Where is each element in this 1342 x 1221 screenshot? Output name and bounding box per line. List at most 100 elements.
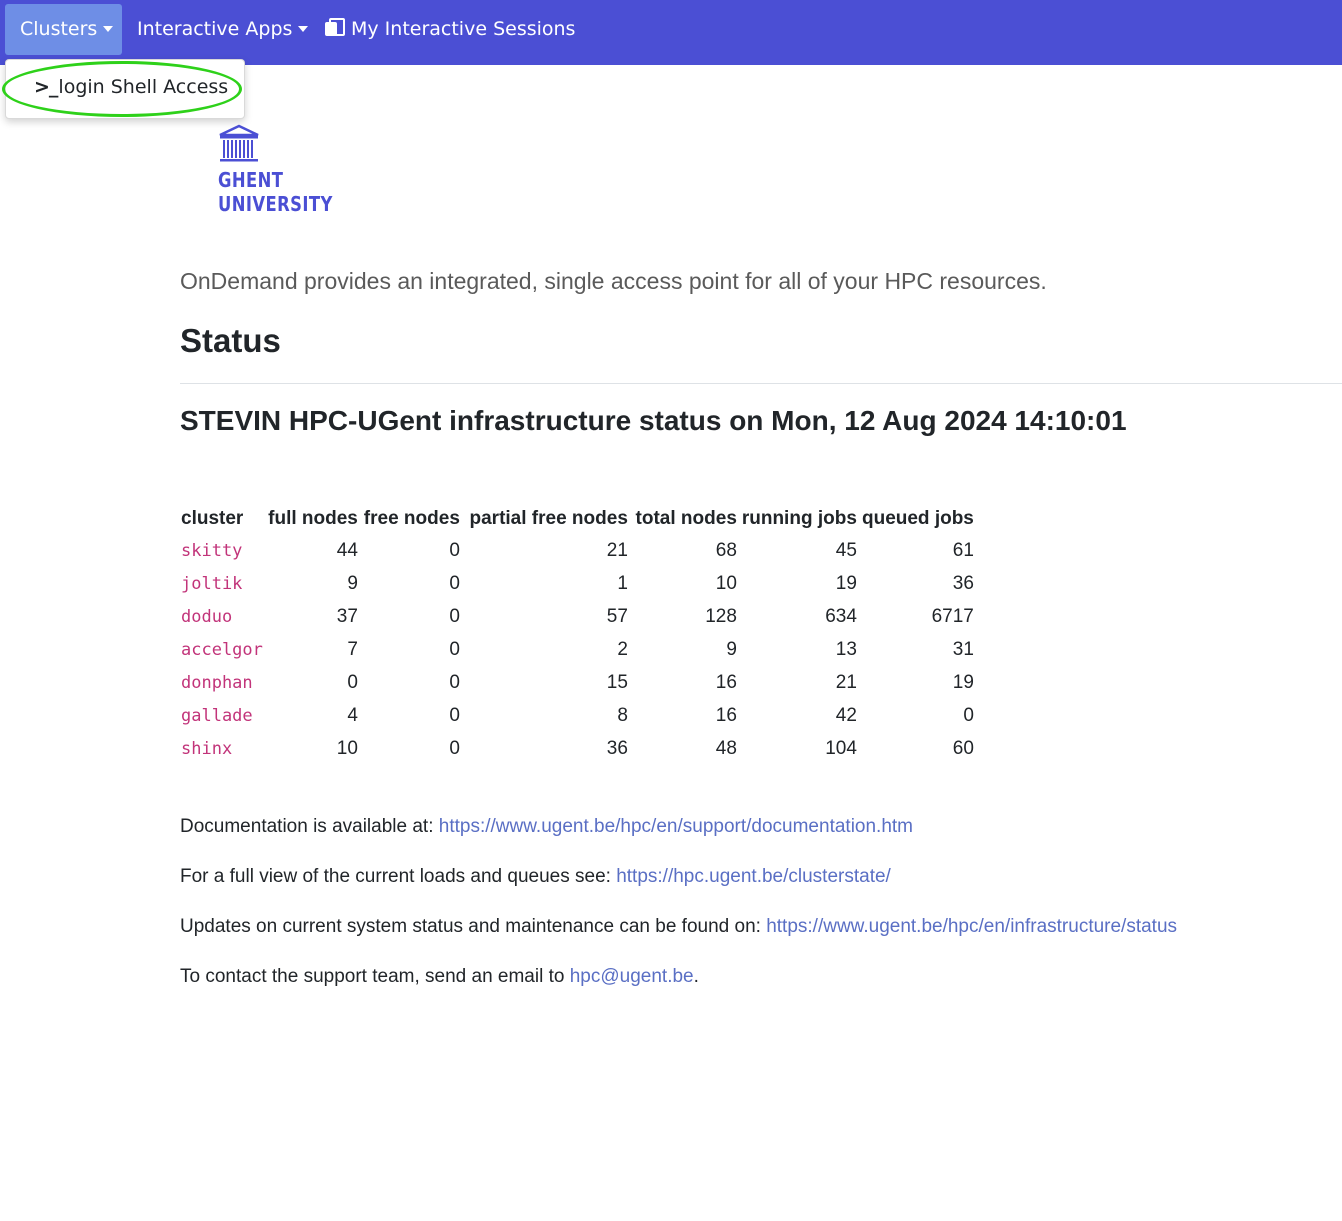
cell-full-nodes: 37 xyxy=(336,605,358,627)
cell-free-nodes: 0 xyxy=(449,605,460,627)
cell-running-jobs: 45 xyxy=(835,539,857,561)
cell-queued-jobs: 0 xyxy=(963,704,974,726)
cell-queued-jobs: 31 xyxy=(952,638,974,660)
table-row: donphan 0 0 15 16 21 19 xyxy=(180,666,975,699)
cell-running-jobs: 104 xyxy=(825,737,857,759)
contact-text: To contact the support team, send an ema… xyxy=(180,966,570,987)
cell-free-nodes: 0 xyxy=(449,704,460,726)
header-cluster: cluster xyxy=(181,507,244,529)
cell-partial-free-nodes: 36 xyxy=(606,737,628,759)
login-shell-access-label: login Shell Access xyxy=(58,76,229,98)
clusterstate-link[interactable]: https://hpc.ugent.be/clusterstate/ xyxy=(616,866,891,887)
divider xyxy=(180,383,1342,384)
documentation-line: Documentation is available at: https://w… xyxy=(180,816,913,838)
cell-queued-jobs: 61 xyxy=(952,539,974,561)
cluster-name: joltik xyxy=(181,573,243,594)
header-total-nodes: total nodes xyxy=(635,507,737,529)
header-partial-free-nodes: partial free nodes xyxy=(469,507,628,529)
cell-full-nodes: 10 xyxy=(336,737,358,759)
my-interactive-sessions-link[interactable]: My Interactive Sessions xyxy=(325,4,575,55)
cell-running-jobs: 634 xyxy=(825,605,857,627)
logo-line-1: GHENT xyxy=(218,168,284,192)
status-heading: Status xyxy=(180,322,281,359)
cell-queued-jobs: 36 xyxy=(952,572,974,594)
header-full-nodes: full nodes xyxy=(268,507,358,529)
cell-total-nodes: 10 xyxy=(715,572,737,594)
cell-running-jobs: 42 xyxy=(835,704,857,726)
cell-free-nodes: 0 xyxy=(449,737,460,759)
table-row: skitty 44 0 21 68 45 61 xyxy=(180,534,975,567)
clusterstate-text: For a full view of the current loads and… xyxy=(180,866,617,887)
cell-full-nodes: 9 xyxy=(347,572,358,594)
sessions-icon xyxy=(325,18,345,37)
cell-total-nodes: 48 xyxy=(715,737,737,759)
table-row: joltik 9 0 1 10 19 36 xyxy=(180,567,975,600)
clusterstate-line: For a full view of the current loads and… xyxy=(180,866,891,888)
header-queued-jobs: queued jobs xyxy=(861,507,974,529)
cell-free-nodes: 0 xyxy=(449,671,460,693)
documentation-link[interactable]: https://www.ugent.be/hpc/en/support/docu… xyxy=(439,816,913,837)
cluster-name: donphan xyxy=(181,672,253,693)
interactive-apps-menu[interactable]: Interactive Apps xyxy=(137,4,309,55)
cell-total-nodes: 16 xyxy=(715,671,737,693)
cluster-name: shinx xyxy=(181,738,233,759)
login-shell-access-item[interactable]: >_login Shell Access xyxy=(34,76,228,98)
cell-partial-free-nodes: 8 xyxy=(617,704,628,726)
cell-queued-jobs: 60 xyxy=(952,737,974,759)
cell-partial-free-nodes: 57 xyxy=(606,605,628,627)
navbar: Clusters Interactive Apps My Interactive… xyxy=(0,0,1342,65)
table-row: shinx 10 0 36 48 104 60 xyxy=(180,732,975,765)
caret-down-icon xyxy=(103,26,114,32)
contact-line: To contact the support team, send an ema… xyxy=(180,966,699,988)
interactive-apps-label: Interactive Apps xyxy=(137,18,293,40)
infrastructure-status-heading: STEVIN HPC-UGent infrastructure status o… xyxy=(180,405,1127,436)
lead-text: OnDemand provides an integrated, single … xyxy=(180,268,1047,294)
cell-free-nodes: 0 xyxy=(449,572,460,594)
infrastructure-status-link[interactable]: https://www.ugent.be/hpc/en/infrastructu… xyxy=(766,916,1177,937)
clusters-dropdown: >_login Shell Access xyxy=(5,59,245,119)
logo-line-2: UNIVERSITY xyxy=(218,192,333,216)
clusters-label: Clusters xyxy=(20,18,98,40)
cluster-name: gallade xyxy=(181,705,253,726)
cell-free-nodes: 0 xyxy=(449,539,460,561)
infrastructure-status-line: Updates on current system status and mai… xyxy=(180,916,1177,938)
cell-queued-jobs: 6717 xyxy=(931,605,974,627)
terminal-icon: >_ xyxy=(34,76,58,98)
cell-full-nodes: 4 xyxy=(347,704,358,726)
caret-down-icon xyxy=(298,26,309,32)
cluster-status-table: cluster full nodes free nodes partial fr… xyxy=(180,503,975,765)
cell-total-nodes: 68 xyxy=(715,539,737,561)
cell-queued-jobs: 19 xyxy=(952,671,974,693)
infrastructure-status-text: Updates on current system status and mai… xyxy=(180,916,767,937)
cell-full-nodes: 0 xyxy=(347,671,358,693)
cell-full-nodes: 44 xyxy=(336,539,358,561)
cell-total-nodes: 128 xyxy=(705,605,737,627)
clusters-menu[interactable]: Clusters xyxy=(5,4,122,55)
cluster-name: doduo xyxy=(181,606,233,627)
cluster-name: skitty xyxy=(181,540,243,561)
cluster-name: accelgor xyxy=(181,639,263,660)
documentation-text: Documentation is available at: xyxy=(180,816,439,837)
university-building-icon xyxy=(218,124,260,166)
sessions-label: My Interactive Sessions xyxy=(351,18,576,40)
cell-running-jobs: 13 xyxy=(835,638,857,660)
cell-partial-free-nodes: 21 xyxy=(606,539,628,561)
support-email-link[interactable]: hpc@ugent.be xyxy=(570,966,694,987)
contact-suffix: . xyxy=(693,966,699,987)
cell-total-nodes: 9 xyxy=(726,638,737,660)
cell-full-nodes: 7 xyxy=(347,638,358,660)
university-logo-text: GHENT UNIVERSITY xyxy=(218,168,333,216)
cell-running-jobs: 19 xyxy=(835,572,857,594)
cell-partial-free-nodes: 2 xyxy=(617,638,628,660)
cell-partial-free-nodes: 1 xyxy=(617,572,628,594)
cell-partial-free-nodes: 15 xyxy=(606,671,628,693)
table-row: gallade 4 0 8 16 42 0 xyxy=(180,699,975,732)
table-row: accelgor 7 0 2 9 13 31 xyxy=(180,633,975,666)
cell-free-nodes: 0 xyxy=(449,638,460,660)
cell-total-nodes: 16 xyxy=(715,704,737,726)
header-free-nodes: free nodes xyxy=(363,507,460,529)
table-row: doduo 37 0 57 128 634 6717 xyxy=(180,600,975,633)
cell-running-jobs: 21 xyxy=(835,671,857,693)
header-running-jobs: running jobs xyxy=(741,507,857,529)
table-header-row: cluster full nodes free nodes partial fr… xyxy=(180,503,975,534)
